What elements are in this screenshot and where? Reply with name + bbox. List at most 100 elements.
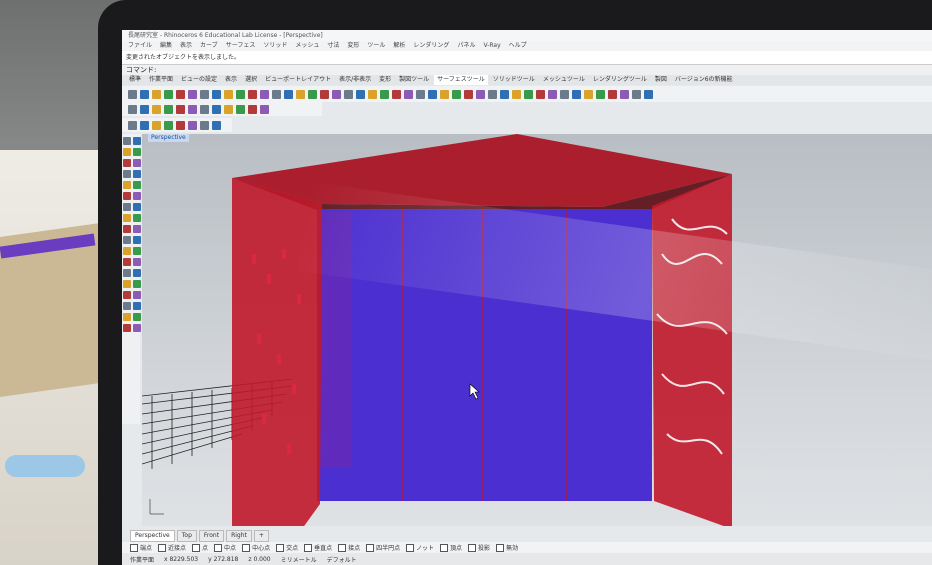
- sidebar-tool-icon[interactable]: [133, 192, 141, 200]
- surface-tool-icon[interactable]: [152, 89, 161, 99]
- tab-13[interactable]: 製図: [652, 75, 670, 85]
- osnap-checkbox[interactable]: [366, 543, 375, 552]
- render-tool-icon[interactable]: [188, 120, 197, 130]
- viewport-tab-1[interactable]: Top: [176, 530, 197, 542]
- menu-item-5[interactable]: ソリッド: [263, 42, 287, 49]
- menu-item-14[interactable]: ヘルプ: [509, 42, 527, 49]
- sidebar-tool-icon[interactable]: [123, 302, 131, 310]
- standard-tool-icon[interactable]: [260, 104, 269, 114]
- sidebar-tool-icon[interactable]: [123, 148, 131, 156]
- surface-tool-icon[interactable]: [188, 89, 197, 99]
- menu-item-13[interactable]: V-Ray: [483, 42, 500, 49]
- sidebar-tool-icon[interactable]: [123, 247, 131, 255]
- sidebar-tool-icon[interactable]: [123, 192, 131, 200]
- tab-6[interactable]: 表示/非表示: [336, 75, 374, 85]
- surface-tool-icon[interactable]: [644, 89, 653, 99]
- surface-tool-icon[interactable]: [536, 89, 545, 99]
- surface-tool-icon[interactable]: [440, 89, 449, 99]
- menu-item-0[interactable]: ファイル: [128, 42, 152, 49]
- sidebar-tool-icon[interactable]: [133, 302, 141, 310]
- tab-3[interactable]: 表示: [222, 75, 240, 85]
- surface-tool-icon[interactable]: [464, 89, 473, 99]
- perspective-viewport[interactable]: [142, 134, 932, 526]
- render-tool-icon[interactable]: [200, 120, 209, 130]
- surface-tool-icon[interactable]: [524, 89, 533, 99]
- viewport-title[interactable]: Perspective: [148, 134, 189, 142]
- sidebar-tool-icon[interactable]: [133, 236, 141, 244]
- menu-item-9[interactable]: ツール: [367, 42, 385, 49]
- osnap-item-3[interactable]: 中点: [214, 543, 236, 552]
- standard-tool-icon[interactable]: [164, 104, 173, 114]
- menu-item-4[interactable]: サーフェス: [226, 42, 256, 49]
- sidebar-tool-icon[interactable]: [123, 214, 131, 222]
- osnap-item-2[interactable]: 点: [192, 543, 208, 552]
- sidebar-tool-icon[interactable]: [123, 258, 131, 266]
- sidebar-tool-icon[interactable]: [133, 280, 141, 288]
- sidebar-tool-icon[interactable]: [123, 269, 131, 277]
- menu-item-1[interactable]: 編集: [160, 42, 172, 49]
- osnap-item-10[interactable]: 頂点: [440, 543, 462, 552]
- tab-10[interactable]: ソリッドツール: [490, 75, 538, 85]
- menu-item-11[interactable]: レンダリング: [413, 42, 449, 49]
- osnap-checkbox[interactable]: [214, 543, 223, 552]
- surface-tool-icon[interactable]: [128, 89, 137, 99]
- surface-tool-icon[interactable]: [176, 89, 185, 99]
- surface-tool-icon[interactable]: [296, 89, 305, 99]
- sidebar-tool-icon[interactable]: [133, 148, 141, 156]
- osnap-checkbox[interactable]: [468, 543, 477, 552]
- sidebar-tool-icon[interactable]: [123, 181, 131, 189]
- render-tool-icon[interactable]: [212, 120, 221, 130]
- standard-tool-icon[interactable]: [140, 104, 149, 114]
- sidebar-tool-icon[interactable]: [123, 313, 131, 321]
- osnap-checkbox[interactable]: [192, 543, 201, 552]
- sidebar-tool-icon[interactable]: [123, 291, 131, 299]
- surface-tool-icon[interactable]: [260, 89, 269, 99]
- surface-tool-icon[interactable]: [596, 89, 605, 99]
- standard-tool-icon[interactable]: [224, 104, 233, 114]
- sidebar-tool-icon[interactable]: [123, 137, 131, 145]
- sidebar-tool-icon[interactable]: [133, 324, 141, 332]
- surface-tool-icon[interactable]: [224, 89, 233, 99]
- osnap-item-9[interactable]: ノット: [406, 543, 434, 552]
- osnap-item-1[interactable]: 近接点: [158, 543, 186, 552]
- osnap-checkbox[interactable]: [338, 543, 347, 552]
- surface-tool-icon[interactable]: [332, 89, 341, 99]
- surface-tool-icon[interactable]: [248, 89, 257, 99]
- surface-tool-icon[interactable]: [200, 89, 209, 99]
- sidebar-tool-icon[interactable]: [133, 269, 141, 277]
- surface-tool-icon[interactable]: [164, 89, 173, 99]
- surface-tool-icon[interactable]: [272, 89, 281, 99]
- standard-tool-icon[interactable]: [152, 104, 161, 114]
- standard-tool-icon[interactable]: [128, 104, 137, 114]
- viewport-tab-2[interactable]: Front: [198, 530, 225, 542]
- surface-tool-icon[interactable]: [392, 89, 401, 99]
- tab-8[interactable]: 製図ツール: [396, 75, 432, 85]
- osnap-checkbox[interactable]: [276, 543, 285, 552]
- sidebar-tool-icon[interactable]: [133, 203, 141, 211]
- tab-2[interactable]: ビューの設定: [178, 75, 220, 85]
- surface-tool-icon[interactable]: [572, 89, 581, 99]
- model-canvas[interactable]: [142, 134, 932, 526]
- osnap-item-4[interactable]: 中心点: [242, 543, 270, 552]
- surface-tool-icon[interactable]: [512, 89, 521, 99]
- osnap-item-7[interactable]: 接点: [338, 543, 360, 552]
- tab-9[interactable]: サーフェスツール: [434, 75, 488, 85]
- standard-tool-icon[interactable]: [236, 104, 245, 114]
- surface-tool-icon[interactable]: [356, 89, 365, 99]
- osnap-checkbox[interactable]: [440, 543, 449, 552]
- osnap-checkbox[interactable]: [304, 543, 313, 552]
- tab-11[interactable]: メッシュツール: [540, 75, 588, 85]
- sidebar-tool-icon[interactable]: [133, 258, 141, 266]
- tab-1[interactable]: 作業平面: [146, 75, 176, 85]
- surface-tool-icon[interactable]: [380, 89, 389, 99]
- osnap-item-12[interactable]: 無効: [496, 543, 518, 552]
- surface-tool-icon[interactable]: [620, 89, 629, 99]
- sidebar-tool-icon[interactable]: [123, 280, 131, 288]
- sidebar-tool-icon[interactable]: [133, 214, 141, 222]
- menu-item-6[interactable]: メッシュ: [295, 42, 319, 49]
- tab-7[interactable]: 変形: [376, 75, 394, 85]
- sidebar-tool-icon[interactable]: [123, 159, 131, 167]
- surface-tool-icon[interactable]: [140, 89, 149, 99]
- surface-tool-icon[interactable]: [476, 89, 485, 99]
- standard-tool-icon[interactable]: [176, 104, 185, 114]
